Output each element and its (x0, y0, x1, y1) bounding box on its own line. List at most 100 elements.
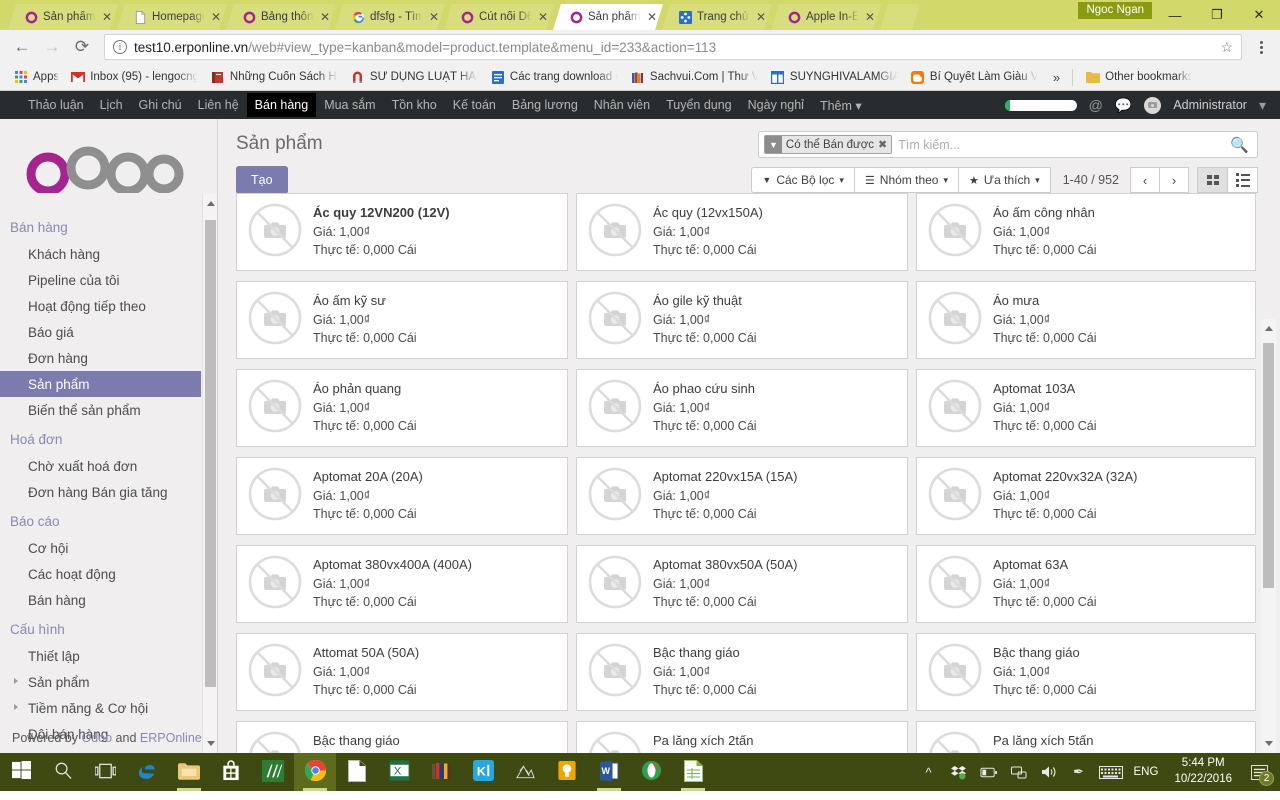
bookmark-2[interactable]: Những Cuốn Sách Ha (205, 68, 345, 86)
search-button[interactable] (42, 753, 84, 791)
topmenu-item-6[interactable]: Tồn kho (384, 93, 445, 117)
product-name[interactable]: Áo mưa (993, 293, 1097, 308)
search-facet-saleable[interactable]: ▼ Có thể Bán được ✖ (764, 135, 893, 154)
sidebar-item-1[interactable]: Khách hàng (0, 241, 201, 267)
scroll-down-icon[interactable] (203, 736, 218, 751)
kanban-card[interactable]: Pa lăng xích 5tấnGiá: 1,00₫Thực tế: 0,00… (915, 721, 1256, 753)
tab-close-icon[interactable]: ✕ (320, 11, 330, 23)
tab-close-icon[interactable]: ✕ (429, 11, 439, 23)
topmenu-item-1[interactable]: Lịch (92, 93, 131, 117)
books-button[interactable] (420, 753, 462, 791)
forward-icon[interactable]: → (38, 33, 66, 61)
bookmark-5[interactable]: Sachvui.Com | Thư Việ (625, 68, 765, 86)
sidebar-item-6[interactable]: Sản phẩm (0, 371, 201, 397)
product-name[interactable]: Aptomat 103A (993, 381, 1097, 396)
topmenu-item-8[interactable]: Bảng lương (504, 93, 586, 117)
favorites-button[interactable]: ★ Ưa thích ▾ (958, 167, 1051, 193)
product-name[interactable]: Áo phản quang (313, 381, 417, 396)
other-bookmarks-folder[interactable]: Other bookmarks (1080, 68, 1199, 86)
store-button[interactable] (210, 753, 252, 791)
search-input[interactable] (898, 137, 1231, 152)
kanban-card[interactable]: Áo ấm công nhân Giá: 1,00₫ Thực tế: 0,000 … (915, 193, 1256, 281)
new-tab-stub[interactable] (880, 4, 920, 30)
bookmark-6[interactable]: SUYNGHIVALAMGIAU (765, 68, 905, 86)
search-bar[interactable]: ▼ Có thể Bán được✖ 🔍 (758, 131, 1258, 158)
sidebar-item-12[interactable]: Cơ hội (0, 535, 201, 561)
topmenu-item-12[interactable]: Thêm ▾ (812, 93, 870, 118)
sidebar-item-10[interactable]: Đơn hàng Bán gia tăng (0, 479, 201, 505)
filters-button[interactable]: ▼ Các Bộ lọc ▾ (751, 167, 855, 193)
keyboard-icon[interactable] (1094, 753, 1128, 791)
network-icon[interactable] (1004, 753, 1034, 791)
sidebar-scroll-thumb[interactable] (205, 220, 216, 687)
tab-close-icon[interactable]: ✕ (865, 11, 875, 23)
unikey-button[interactable] (252, 753, 294, 791)
tab-close-icon[interactable]: ✕ (538, 11, 548, 23)
erponline-link[interactable]: ERPOnline (140, 731, 202, 745)
paint-button[interactable] (504, 753, 546, 791)
product-name[interactable]: Aptomat 220vx15A (15A) (653, 469, 798, 484)
minimize-icon[interactable]: — (1154, 0, 1196, 30)
product-name[interactable]: Bậc thang giáo (993, 645, 1097, 660)
sidebar-item-2[interactable]: Pipeline của tôi (0, 267, 201, 293)
pager-label[interactable]: 1-40 / 952 (1051, 173, 1131, 187)
product-name[interactable]: Aptomat 63A (993, 557, 1097, 572)
dropbox-icon[interactable] (944, 753, 974, 791)
bookmark-3[interactable]: SỬ DỤNG LUẬT HẤP (345, 68, 485, 86)
sidebar-scrollbar[interactable] (202, 194, 217, 753)
sidebar-item-14[interactable]: Bán hàng (0, 587, 201, 613)
search-icon[interactable]: 🔍 (1230, 136, 1252, 154)
odoo-link[interactable]: Odoo (81, 731, 112, 745)
bookmark-1[interactable]: Inbox (95) - lengocng (65, 68, 205, 86)
clock[interactable]: 5:44 PM 10/22/2016 (1164, 756, 1242, 787)
topmenu-item-11[interactable]: Ngày nghỉ (740, 93, 812, 117)
sidebar-item-9[interactable]: Chờ xuất hoá đơn (0, 453, 201, 479)
tab-close-icon[interactable]: ✕ (102, 11, 112, 23)
sidebar-item-3[interactable]: Hoạt động tiếp theo (0, 293, 201, 319)
kanban-scroll-thumb[interactable] (1263, 343, 1274, 588)
kanban-scrollbar[interactable] (1261, 319, 1276, 753)
browser-tab-0[interactable]: Sản phẩm - ✕ (8, 4, 118, 30)
chrome-button[interactable] (294, 753, 336, 791)
product-name[interactable]: Áo ấm công nhân (993, 205, 1097, 220)
browser-tab-4[interactable]: Cút nối D60 ✕ (444, 4, 554, 30)
pen-icon[interactable]: ✒ (1064, 753, 1094, 791)
pager-next-button[interactable]: › (1159, 167, 1189, 193)
task-view-button[interactable] (84, 753, 126, 791)
word-doc-button[interactable] (336, 753, 378, 791)
user-menu-label[interactable]: Administrator (1173, 98, 1247, 112)
browser-tab-2[interactable]: Bảng thông ✕ (226, 4, 336, 30)
product-name[interactable]: Pa lăng xích 5tấn (993, 733, 1097, 748)
scroll-down-icon[interactable] (1261, 736, 1276, 751)
caret-right-icon[interactable] (14, 678, 18, 684)
chevron-down-icon[interactable]: ▾ (1259, 97, 1266, 114)
topmenu-item-9[interactable]: Nhân viên (586, 93, 658, 117)
site-info-icon[interactable]: i (113, 40, 127, 54)
list-view-button[interactable] (1227, 167, 1258, 193)
browser-tab-3[interactable]: dfsfg - Tìm ✕ (335, 4, 445, 30)
odoo-logo[interactable] (0, 119, 217, 211)
kanban-view-button[interactable] (1197, 167, 1228, 193)
kanban-card[interactable]: Aptomat 63A Giá: 1,00₫ Thực tế: 0,000 Cái (915, 545, 1256, 633)
product-name[interactable]: Pa lăng xích 2tấn (653, 733, 757, 748)
topmenu-item-7[interactable]: Kế toán (445, 93, 504, 117)
bookmarks-overflow-icon[interactable]: » (1048, 70, 1065, 85)
sidebar-item-16[interactable]: Thiết lập (0, 643, 201, 669)
sidebar-item-13[interactable]: Các hoạt động (0, 561, 201, 587)
scroll-up-icon[interactable] (1261, 321, 1276, 336)
at-mention-icon[interactable]: @ (1089, 97, 1103, 113)
product-name[interactable]: Aptomat 20A (20A) (313, 469, 423, 484)
browser-tab-5[interactable]: Sản phẩm - ✕ (553, 4, 663, 30)
browser-tab-7[interactable]: Apple In-Ea ✕ (771, 4, 881, 30)
battery-icon[interactable] (974, 753, 1004, 791)
sidebar-item-18[interactable]: Tiềm năng & Cơ hội (0, 695, 201, 721)
bookmark-0[interactable]: Apps (8, 68, 65, 86)
product-name[interactable]: Áo gile kỹ thuật (653, 293, 757, 308)
kanban-card[interactable]: Aptomat 380vx50A (50A) Giá: 1,00₫ Thực tế:… (575, 545, 916, 633)
topmenu-item-10[interactable]: Tuyển dụng (658, 93, 740, 117)
bookmark-4[interactable]: Các trang download e (485, 68, 625, 86)
bookmark-star-icon[interactable]: ☆ (1220, 39, 1233, 56)
scroll-up-icon[interactable] (203, 196, 218, 211)
maximize-icon[interactable]: ❐ (1196, 0, 1238, 30)
product-name[interactable]: Ác quy (12vx150A) (653, 205, 763, 220)
